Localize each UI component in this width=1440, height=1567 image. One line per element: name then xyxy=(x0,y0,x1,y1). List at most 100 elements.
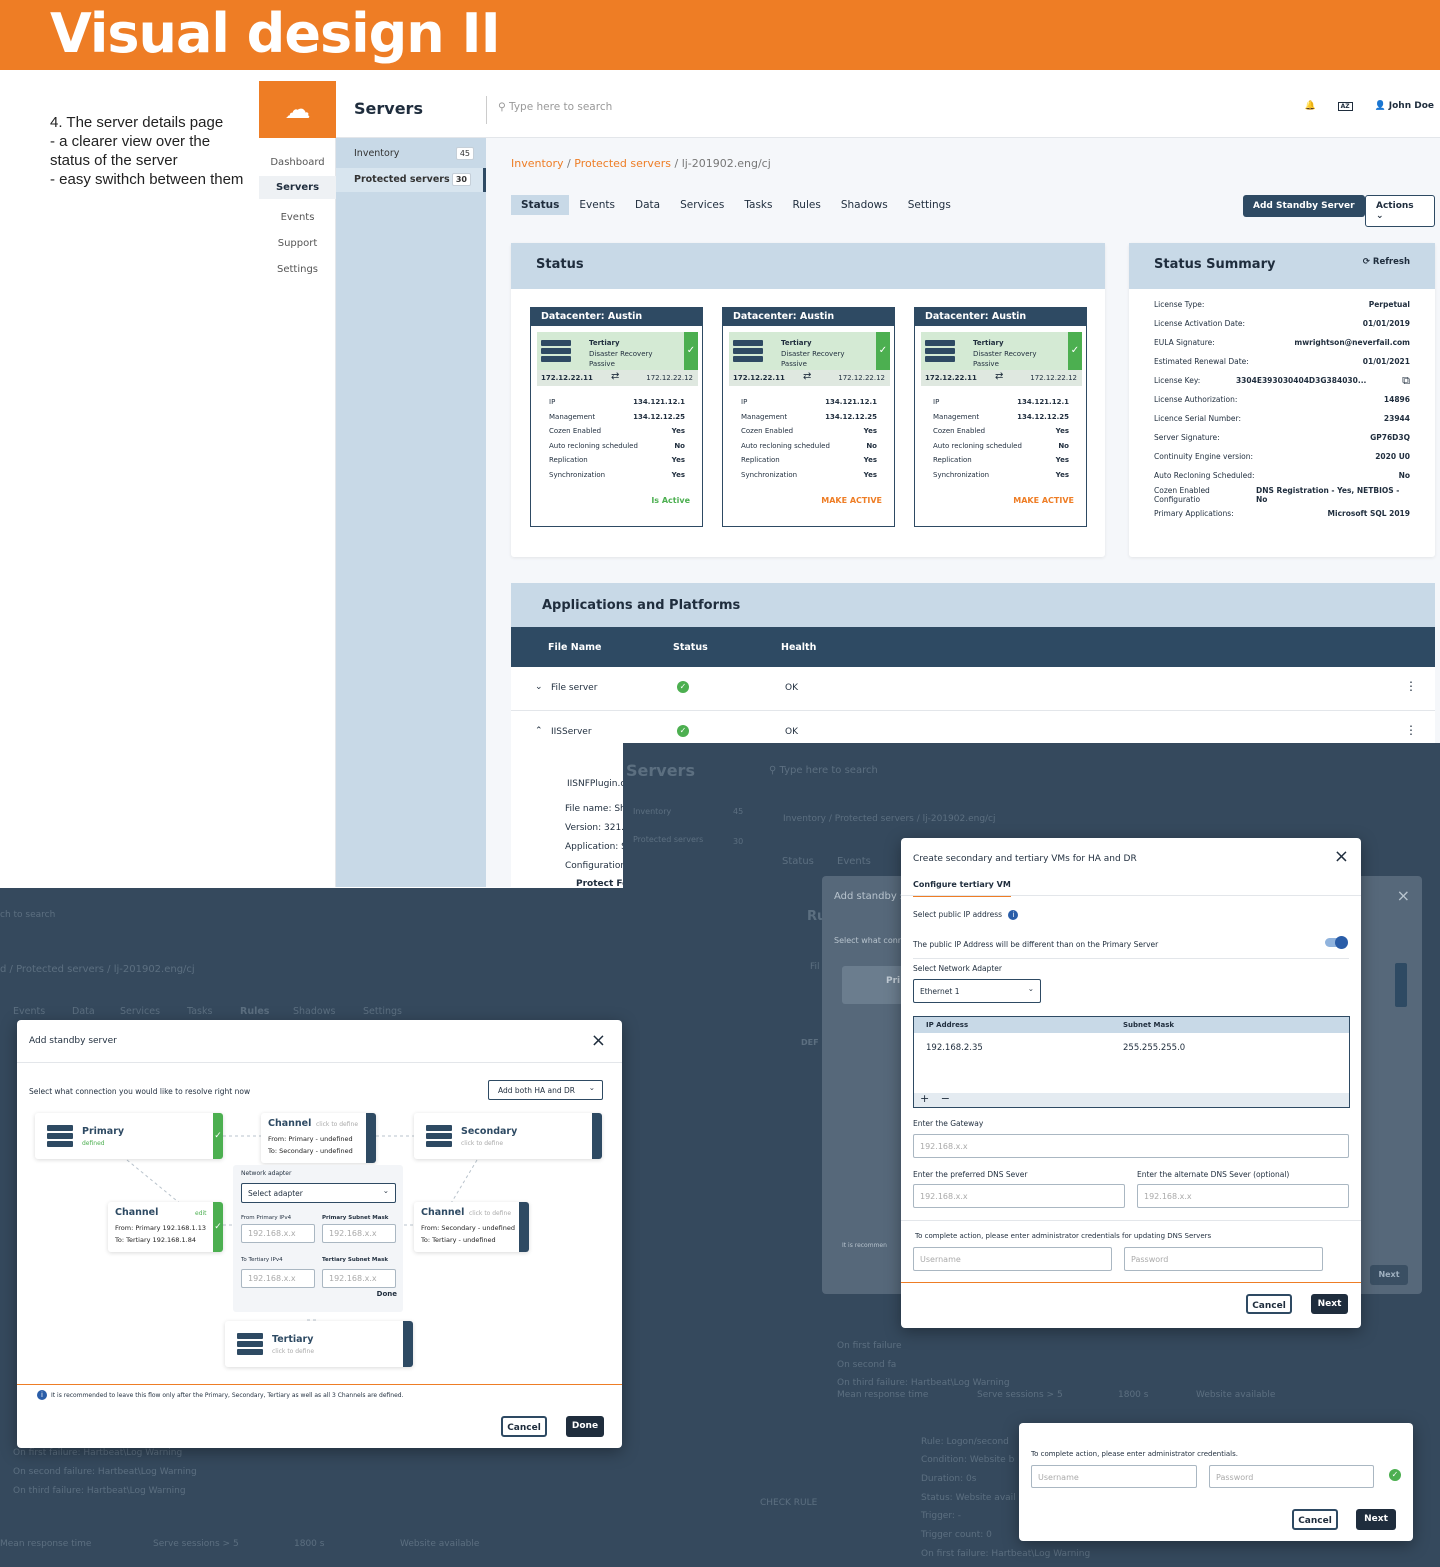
channel-to: To: Tertiary - undefined xyxy=(421,1236,496,1244)
add-row-icon[interactable]: + xyxy=(920,1092,929,1105)
tertiary-node[interactable]: Tertiary click to define xyxy=(225,1321,413,1367)
detail-file-name: File name: Sh xyxy=(565,804,626,814)
channel-right-node[interactable]: Channel click to define From: Secondary … xyxy=(414,1202,529,1252)
ip-value: 192.168.2.35 xyxy=(926,1043,983,1053)
bell-icon[interactable]: 🔔 xyxy=(1304,101,1315,111)
sub-nav-protected[interactable]: Protected servers 30 xyxy=(336,168,486,192)
chevron-down-icon[interactable]: ⌄ xyxy=(535,682,543,692)
nav-support[interactable]: Support xyxy=(259,232,336,255)
crumb-inventory[interactable]: Inventory xyxy=(511,157,564,170)
check-icon: ✓ xyxy=(684,332,698,370)
next-button[interactable]: Next xyxy=(1311,1294,1348,1314)
user-icon: 👤 xyxy=(1374,101,1386,111)
remove-row-icon[interactable]: − xyxy=(941,1092,950,1105)
bg-f1: On first failure xyxy=(837,1341,902,1351)
table-row[interactable]: 192.168.2.35 255.255.255.0 xyxy=(914,1033,1349,1055)
summary-key: License Type: xyxy=(1154,300,1205,309)
channel-left-node[interactable]: Channel edit From: Primary 192.168.1.13 … xyxy=(108,1202,223,1252)
detail-row: Synchronization Yes xyxy=(933,471,1069,486)
from-ip-input[interactable]: 192.168.x.x xyxy=(241,1224,315,1243)
add-standby-button[interactable]: Add Standby Server xyxy=(1243,195,1365,217)
make-active-button[interactable]: MAKE ACTIVE xyxy=(821,496,882,505)
primary-node[interactable]: Primary defined ✓ xyxy=(35,1113,223,1159)
cancel-button[interactable]: Cancel xyxy=(1246,1294,1292,1314)
dns1-input[interactable]: 192.168.x.x xyxy=(913,1184,1125,1208)
status-summary-panel: Status Summary ⟳ Refresh License Type: Pe… xyxy=(1129,243,1435,557)
make-active-button[interactable]: Is Active xyxy=(651,496,690,505)
to-mask-input[interactable]: 192.168.x.x xyxy=(322,1269,396,1288)
nav-dashboard[interactable]: Dashboard xyxy=(259,151,336,174)
tab-settings[interactable]: Settings xyxy=(898,195,961,215)
table-row[interactable]: ⌄ File server ✓ OK ⋮ xyxy=(511,667,1435,711)
language-icon[interactable]: AZ xyxy=(1337,101,1353,111)
ip-table: IP Address Subnet Mask 192.168.2.35 255.… xyxy=(913,1016,1350,1108)
count-badge: 30 xyxy=(451,173,471,186)
datacenter-title: Datacenter: Austin xyxy=(915,308,1086,326)
summary-title: Status Summary xyxy=(1154,257,1276,272)
adapter-select[interactable]: Select adapter ⌄ xyxy=(241,1183,396,1203)
role-sub: Disaster Recovery xyxy=(973,349,1037,358)
divider xyxy=(901,1220,1361,1221)
tab-events[interactable]: Events xyxy=(569,195,625,215)
search-icon: ⚲ xyxy=(498,101,506,113)
cancel-button[interactable]: Cancel xyxy=(501,1416,547,1437)
tab-status[interactable]: Status xyxy=(511,195,570,215)
tab-tasks[interactable]: Tasks xyxy=(734,195,782,215)
sub-nav-inventory[interactable]: Inventory 45 xyxy=(336,142,486,168)
dns2-input[interactable]: 192.168.x.x xyxy=(1137,1184,1349,1208)
password-input[interactable]: Password xyxy=(1124,1247,1323,1271)
done-button[interactable]: Done xyxy=(566,1416,604,1437)
cloud-logo-icon[interactable]: ☁ xyxy=(259,81,336,138)
info-icon[interactable]: i xyxy=(1008,910,1019,920)
detail-version: Version: 321. xyxy=(565,823,625,833)
sub-nav: Inventory 45 Protected servers 30 xyxy=(336,138,486,887)
adapter-select[interactable]: Ethernet 1 ⌄ xyxy=(913,979,1041,1003)
nav-settings[interactable]: Settings xyxy=(259,258,336,281)
tab-services[interactable]: Services xyxy=(670,195,734,215)
nav-events[interactable]: Events xyxy=(259,206,336,229)
edit-link[interactable]: edit xyxy=(195,1210,207,1217)
more-vertical-icon[interactable]: ⋮ xyxy=(1405,723,1417,737)
detail-key: Auto recloning scheduled xyxy=(933,441,1022,450)
col-health[interactable]: Health xyxy=(781,642,816,653)
chevron-up-icon[interactable]: ⌃ xyxy=(535,726,543,736)
search-input[interactable]: ⚲ Type here to search xyxy=(498,101,612,113)
gateway-input[interactable]: 192.168.x.x xyxy=(913,1134,1349,1158)
divider xyxy=(17,1384,622,1385)
tab-data[interactable]: Data xyxy=(625,195,670,215)
done-link[interactable]: Done xyxy=(377,1290,397,1298)
more-vertical-icon[interactable]: ⋮ xyxy=(1405,679,1417,693)
tab-shadows[interactable]: Shadows xyxy=(831,195,898,215)
crumb-current: lj-201902.eng/cj xyxy=(681,157,771,170)
secondary-node[interactable]: Secondary click to define xyxy=(414,1113,602,1159)
public-ip-toggle[interactable] xyxy=(1325,936,1348,949)
detail-key: Replication xyxy=(549,456,588,464)
col-file-name[interactable]: File Name xyxy=(548,642,601,653)
ip-table-header: IP Address Subnet Mask xyxy=(914,1017,1349,1033)
col-status[interactable]: Status xyxy=(673,642,708,653)
to-ip-input[interactable]: 192.168.x.x xyxy=(241,1269,315,1288)
from-mask-input[interactable]: 192.168.x.x xyxy=(322,1224,396,1243)
channel-top-node[interactable]: Channel click to define From: Primary - … xyxy=(261,1113,376,1163)
copy-icon[interactable]: ⧉ xyxy=(1402,374,1410,388)
close-icon[interactable]: × xyxy=(1334,846,1349,867)
actions-button[interactable]: Actions ⌄ xyxy=(1365,195,1435,227)
crumb-protected[interactable]: Protected servers xyxy=(574,157,671,170)
refresh-button[interactable]: ⟳ Refresh xyxy=(1363,257,1410,275)
user-menu[interactable]: 👤 John Doe xyxy=(1375,101,1434,111)
datacenter-card: Datacenter: Austin Tertiary Disaster Recov… xyxy=(722,307,895,527)
next-button[interactable]: Next xyxy=(1356,1509,1396,1530)
ip-b: 172.12.22.12 xyxy=(646,374,693,382)
username-input[interactable]: Username xyxy=(913,1247,1112,1271)
password-input[interactable]: Password xyxy=(1209,1465,1374,1488)
chevron-down-icon: ⌄ xyxy=(382,1186,389,1195)
username-input[interactable]: Username xyxy=(1031,1465,1197,1488)
count-badge: 45 xyxy=(455,147,474,160)
tab-rules[interactable]: Rules xyxy=(782,195,830,215)
detail-key: Management xyxy=(549,412,596,421)
cancel-button[interactable]: Cancel xyxy=(1292,1509,1338,1530)
breadcrumb: Inventory / Protected servers / lj-20190… xyxy=(511,157,771,170)
toggle-label: The public IP Address will be different … xyxy=(913,940,1159,949)
make-active-button[interactable]: MAKE ACTIVE xyxy=(1013,496,1074,505)
nav-servers[interactable]: Servers xyxy=(259,176,336,199)
